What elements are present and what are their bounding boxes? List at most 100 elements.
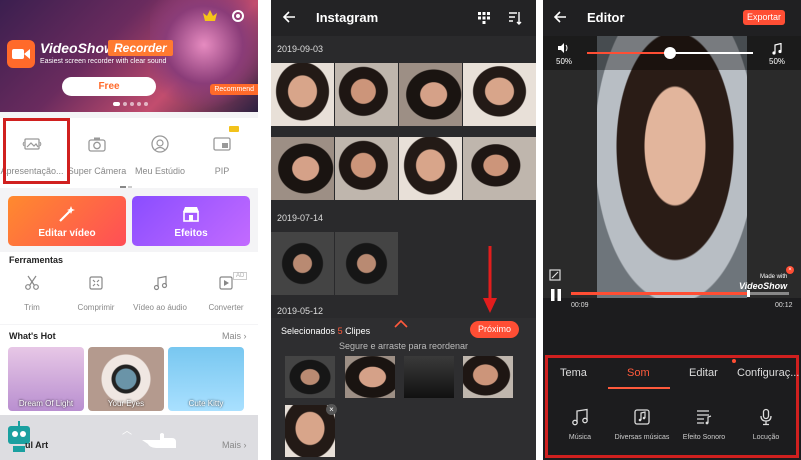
video-to-audio-tool[interactable]: Vídeo ao áudio — [128, 275, 192, 312]
trim-label: Trim — [24, 303, 40, 312]
volume-icon — [558, 43, 568, 53]
red-arrow-icon — [483, 246, 497, 313]
photo-thumb[interactable] — [463, 137, 536, 200]
whats-hot-title: What's Hot — [9, 331, 56, 341]
photo-thumb[interactable] — [271, 137, 334, 200]
magic-wand-icon — [59, 206, 75, 222]
editor-panel: Editor Exportar 50% 50% Made with VideoS… — [543, 0, 801, 460]
section-title-cut: ul Art — [25, 440, 49, 450]
photo-thumb[interactable] — [399, 137, 462, 200]
videoshow-home-panel: VideoShow Recorder Easiest screen record… — [0, 0, 258, 460]
promo-banner[interactable]: VideoShow Recorder Easiest screen record… — [0, 0, 258, 112]
playback-knob[interactable] — [747, 290, 750, 297]
hot-item[interactable]: Dream Of Light — [8, 347, 84, 411]
pip-icon — [213, 137, 231, 151]
export-button[interactable]: Exportar — [743, 10, 786, 25]
trim-tool[interactable]: Trim — [0, 275, 64, 312]
video-preview[interactable] — [543, 36, 801, 298]
edit-video-button[interactable]: Editar vídeo — [8, 196, 126, 246]
tab-theme[interactable]: Tema — [560, 367, 587, 379]
voiceover-tool[interactable]: Locução — [734, 408, 798, 441]
music-tool[interactable]: Música — [548, 408, 612, 441]
picker-header: Instagram — [271, 0, 536, 36]
back-arrow-icon[interactable] — [282, 10, 296, 24]
art-more-link[interactable]: Mais › — [222, 440, 247, 450]
recorder-logo-icon — [7, 40, 35, 68]
playback-progress — [571, 292, 748, 295]
instagram-picker-panel: Instagram 2019-09-03 2019-07-14 2019-05-… — [271, 0, 536, 460]
voiceover-label: Locução — [752, 434, 780, 441]
total-time: 00:12 — [775, 302, 793, 309]
compress-tool[interactable]: Comprimir — [64, 275, 128, 312]
music-volume-percent: 50% — [769, 57, 786, 66]
pause-icon[interactable] — [550, 289, 562, 301]
remove-clip-button[interactable]: × — [326, 404, 337, 415]
date-header: 2019-09-03 — [277, 44, 324, 54]
super-camera-tool[interactable]: Super Câmera — [65, 118, 129, 188]
picker-title: Instagram — [316, 10, 379, 25]
selected-clip[interactable] — [345, 356, 395, 398]
effects-label: Efeitos — [174, 228, 208, 239]
tab-settings[interactable]: Configuraç... — [737, 367, 799, 379]
whats-hot-more-link[interactable]: Mais › — [222, 331, 247, 341]
gear-icon[interactable] — [230, 8, 246, 24]
photo-thumb[interactable] — [335, 232, 398, 295]
grid-icon[interactable] — [477, 11, 491, 25]
music-note-icon — [572, 408, 588, 426]
studio-icon — [151, 135, 169, 153]
watermark-made-with: Made with — [760, 274, 788, 280]
selected-clip[interactable] — [285, 356, 335, 398]
volume-slider-knob[interactable] — [664, 47, 676, 59]
sound-effect-label: Efeito Sonoro — [682, 434, 726, 441]
current-time: 00:09 — [571, 302, 589, 309]
sound-effect-tool[interactable]: Efeito Sonoro — [672, 408, 736, 441]
chevron-up-icon: ︿ — [122, 426, 132, 437]
hot-item-caption: Cute Kitty — [188, 399, 224, 408]
back-arrow-icon[interactable] — [553, 10, 567, 24]
multi-music-icon — [634, 409, 650, 425]
selected-prefix: Selecionados — [281, 326, 336, 336]
my-studio-label: Meu Estúdio — [134, 166, 186, 176]
pip-tool[interactable]: PIP — [190, 118, 254, 188]
watermark-close-icon[interactable]: × — [786, 266, 794, 274]
video-frame — [597, 36, 747, 298]
tab-sound[interactable]: Som — [627, 367, 650, 379]
photo-thumb[interactable] — [271, 63, 334, 126]
convert-tool[interactable]: Converter — [194, 275, 258, 312]
super-camera-label: Super Câmera — [67, 166, 127, 176]
date-header: 2019-07-14 — [277, 213, 324, 223]
hot-item[interactable]: Your Eyes — [88, 347, 164, 411]
selected-clip[interactable] — [463, 356, 513, 398]
brand-name: VideoShow — [40, 40, 115, 56]
vip-badge — [229, 126, 239, 132]
photo-thumb[interactable] — [335, 63, 398, 126]
sort-icon[interactable] — [508, 11, 522, 25]
reorder-hint: Segure e arraste para reordenar — [338, 341, 469, 351]
multi-music-tool[interactable]: Diversas músicas — [610, 408, 674, 441]
photo-thumb[interactable] — [335, 137, 398, 200]
brand-tag: Recorder — [108, 40, 173, 56]
pip-label: PIP — [214, 166, 230, 176]
recommend-badge[interactable]: Recommend — [210, 84, 258, 95]
tab-edit[interactable]: Editar — [689, 367, 718, 379]
next-button[interactable]: Próximo — [470, 321, 519, 338]
photo-thumb[interactable] — [271, 232, 334, 295]
hot-item[interactable]: Cute Kitty — [168, 347, 244, 411]
editor-toolbar: Tema Som Editar Configuraç... Música Div… — [545, 355, 799, 458]
tools-pager — [120, 186, 132, 188]
photo-thumb[interactable] — [463, 63, 536, 126]
selected-clip[interactable] — [404, 356, 454, 398]
fullscreen-icon[interactable] — [549, 269, 561, 281]
photo-thumb[interactable] — [399, 63, 462, 126]
hot-item-caption: Your Eyes — [107, 399, 145, 408]
effects-button[interactable]: Efeitos — [132, 196, 250, 246]
divider — [258, 0, 271, 460]
crown-icon[interactable] — [203, 10, 217, 22]
multi-music-label: Diversas músicas — [614, 434, 670, 441]
date-header: 2019-05-12 — [277, 306, 324, 316]
my-studio-tool[interactable]: Meu Estúdio — [128, 118, 192, 188]
free-button[interactable]: Free — [62, 77, 156, 96]
chevron-up-icon[interactable] — [394, 320, 408, 328]
active-tab-indicator — [608, 387, 670, 389]
editor-header: Editor Exportar — [543, 0, 801, 36]
